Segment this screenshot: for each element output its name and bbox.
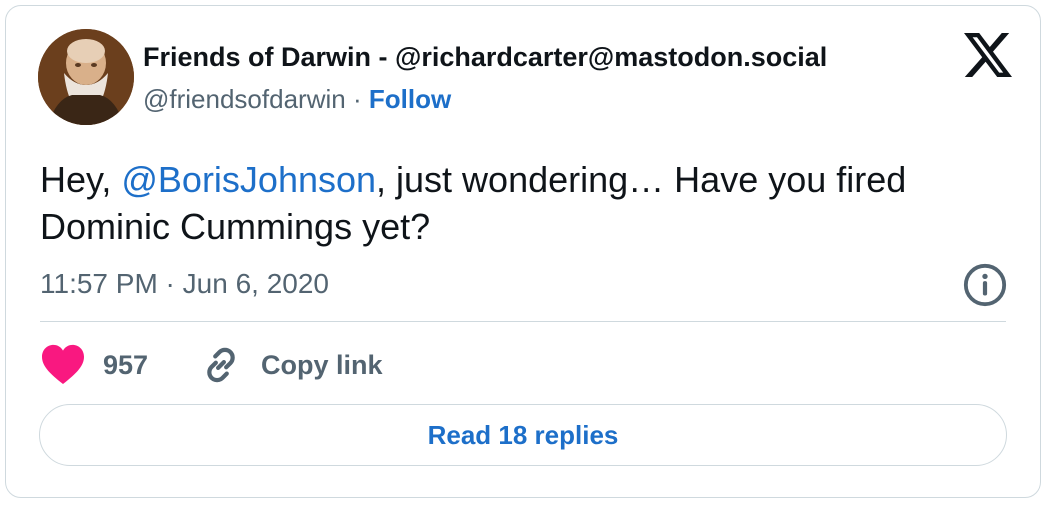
- x-logo-icon[interactable]: [964, 33, 1012, 77]
- tweet-text-line2: Dominic Cummings yet?: [40, 206, 431, 247]
- handle-separator: ·: [352, 84, 362, 114]
- tweet-timestamp[interactable]: 11:57 PM · Jun 6, 2020: [40, 268, 329, 300]
- author-avatar[interactable]: [38, 29, 134, 125]
- tweet-text-line1-suffix: , just wondering… Have you fired: [376, 159, 907, 200]
- bearded-man-avatar-icon: [38, 29, 134, 125]
- tweet-card: Friends of Darwin - @richardcarter@masto…: [5, 5, 1041, 498]
- author-handle-row: @friendsofdarwin · Follow: [143, 84, 451, 115]
- like-count: 957: [103, 350, 149, 380]
- divider: [40, 321, 1006, 322]
- tweet-text: Hey, @BorisJohnson, just wondering… Have…: [40, 156, 1020, 250]
- info-icon[interactable]: [962, 262, 1008, 308]
- author-display-name[interactable]: Friends of Darwin - @richardcarter@masto…: [143, 42, 827, 73]
- copy-link-button[interactable]: Copy link: [261, 350, 383, 381]
- tweet-text-prefix: Hey,: [40, 159, 122, 200]
- author-handle[interactable]: @friendsofdarwin: [143, 84, 346, 114]
- link-icon[interactable]: [198, 342, 244, 388]
- mention-link[interactable]: @BorisJohnson: [121, 159, 376, 200]
- read-replies-button[interactable]: Read 18 replies: [39, 404, 1007, 466]
- heart-icon[interactable]: [40, 343, 86, 385]
- follow-button[interactable]: Follow: [369, 84, 451, 114]
